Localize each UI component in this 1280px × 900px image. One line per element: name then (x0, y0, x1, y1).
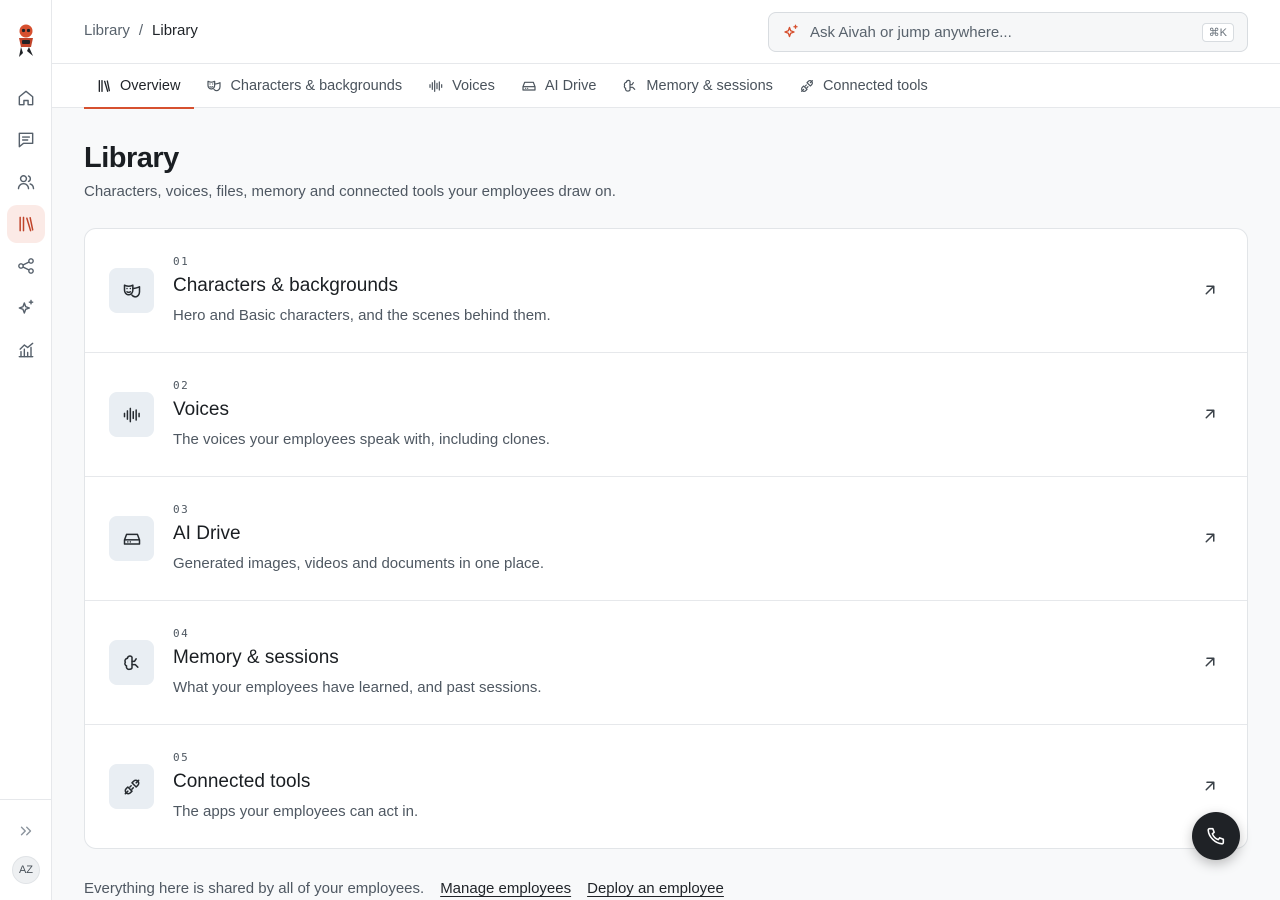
arrow-up-right-icon (1205, 409, 1215, 419)
card-description: The apps your employees can act in. (173, 803, 419, 820)
sparkles-icon (18, 299, 34, 314)
home-icon (18, 90, 34, 106)
sidebar-item-home[interactable] (7, 79, 45, 117)
card-description: Generated images, videos and documents i… (173, 555, 545, 572)
tab-label: Overview (120, 78, 181, 94)
card-title: Memory & sessions (173, 647, 339, 668)
plug-icon (801, 80, 813, 92)
breadcrumb: Library / Library (84, 22, 198, 39)
tab-connected-tools[interactable]: Connected tools (787, 64, 942, 108)
sparkle-icon (784, 24, 798, 38)
drive-icon (123, 533, 140, 545)
tab-ai-drive[interactable]: AI Drive (509, 64, 611, 108)
tab-label: Memory & sessions (646, 78, 773, 94)
card-number: 05 (173, 751, 190, 764)
top-header: Library / Library Ask Aivah or jump anyw… (52, 0, 1280, 64)
deploy-employee-link[interactable]: Deploy an employee (587, 880, 724, 897)
sidebar-item-ai[interactable] (7, 289, 45, 327)
card-icon-tile (109, 764, 154, 809)
sidebar: AZ (0, 0, 52, 900)
tab-overview[interactable]: Overview (84, 64, 195, 109)
waveform-icon (123, 407, 140, 422)
sidebar-item-analytics[interactable] (7, 331, 45, 369)
drive-icon (522, 81, 536, 91)
footer-note: Everything here is shared by all of your… (84, 880, 724, 897)
card-voices[interactable]: 02 Voices The voices your employees spea… (85, 353, 1247, 477)
card-title: Connected tools (173, 771, 311, 792)
card-connected-tools[interactable]: 05 Connected tools The apps your employe… (85, 725, 1247, 848)
card-icon-tile (109, 268, 154, 313)
tab-voices[interactable]: Voices (416, 64, 509, 108)
arrow-up-right-icon (1205, 657, 1215, 667)
breadcrumb-separator: / (138, 22, 144, 39)
arrow-up-right-icon (1205, 285, 1215, 295)
search-input[interactable]: Ask Aivah or jump anywhere... (810, 24, 1202, 41)
sidebar-item-share[interactable] (7, 247, 45, 285)
brain-icon (624, 79, 636, 92)
sidebar-item-chat[interactable] (7, 121, 45, 159)
share-icon (18, 258, 34, 274)
page-subtitle: Characters, voices, files, memory and co… (84, 183, 616, 200)
footer-text: Everything here is shared by all of your… (84, 880, 425, 897)
plug-icon (124, 779, 139, 794)
search-bar[interactable]: Ask Aivah or jump anywhere... ⌘K (768, 12, 1248, 52)
card-icon-tile (109, 640, 154, 685)
arrow-up-right-icon (1205, 781, 1215, 791)
card-ai-drive[interactable]: 03 AI Drive Generated images, videos and… (85, 477, 1247, 601)
card-icon-tile (109, 516, 154, 561)
tab-label: AI Drive (544, 78, 597, 94)
masks-icon (207, 80, 222, 92)
page-title: Library (84, 142, 179, 174)
card-description: What your employees have learned, and pa… (173, 679, 542, 696)
card-title: Voices (173, 399, 229, 420)
breadcrumb-current: Library (152, 22, 198, 39)
card-characters-backgrounds[interactable]: 01 Characters & backgrounds Hero and Bas… (85, 229, 1247, 353)
card-number: 03 (173, 503, 190, 516)
chevrons-right-icon (20, 826, 32, 836)
tab-memory[interactable]: Memory & sessions (610, 64, 787, 108)
chat-icon (18, 132, 34, 148)
card-description: The voices your employees speak with, in… (173, 431, 550, 448)
arrow-up-right-icon (1205, 533, 1215, 543)
avatar[interactable]: AZ (12, 856, 40, 884)
card-number: 04 (173, 627, 190, 640)
keyboard-shortcut-badge: ⌘K (1201, 22, 1234, 42)
tab-bar: Overview Characters & backgrounds Voices… (52, 64, 1280, 109)
card-title: AI Drive (173, 523, 241, 544)
call-button[interactable] (1192, 812, 1240, 860)
card-number: 01 (173, 255, 190, 268)
waveform-icon (429, 80, 443, 92)
card-memory-sessions[interactable]: 04 Memory & sessions What your employees… (85, 601, 1247, 725)
users-icon (17, 175, 35, 190)
library-icon (19, 216, 34, 232)
library-icon (98, 80, 110, 92)
phone-icon (1207, 827, 1225, 845)
library-card-list: 01 Characters & backgrounds Hero and Bas… (84, 228, 1248, 849)
robot-mascot-logo[interactable] (13, 22, 39, 60)
card-icon-tile (109, 392, 154, 437)
tab-label: Connected tools (822, 78, 928, 94)
manage-employees-link[interactable]: Manage employees (440, 880, 571, 897)
masks-icon (123, 283, 140, 298)
brain-icon (123, 654, 139, 670)
sidebar-item-library[interactable] (7, 205, 45, 243)
analytics-icon (18, 342, 34, 358)
expand-sidebar-button[interactable] (15, 820, 37, 842)
sidebar-item-users[interactable] (7, 163, 45, 201)
tab-label: Voices (452, 78, 495, 94)
card-title: Characters & backgrounds (173, 275, 398, 296)
breadcrumb-parent[interactable]: Library (84, 22, 130, 39)
tab-characters[interactable]: Characters & backgrounds (194, 64, 416, 108)
card-number: 02 (173, 379, 190, 392)
card-description: Hero and Basic characters, and the scene… (173, 307, 551, 324)
tab-label: Characters & backgrounds (230, 78, 403, 94)
sidebar-footer: AZ (0, 799, 52, 900)
